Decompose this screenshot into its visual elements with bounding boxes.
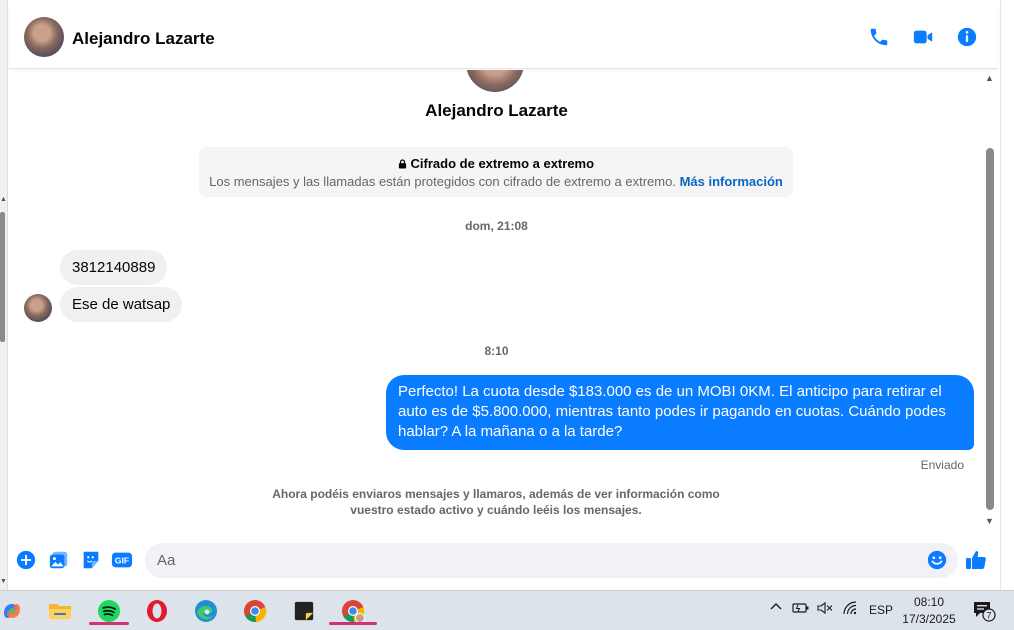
left-scrollbar-thumb[interactable] xyxy=(0,212,5,342)
scroll-up-arrow-icon[interactable]: ▲ xyxy=(0,196,7,203)
scroll-up-arrow-icon[interactable]: ▲ xyxy=(985,73,994,83)
connection-notice: Ahora podéis enviaros mensajes y llamaro… xyxy=(272,487,720,517)
left-browser-edge: ▲ ▼ xyxy=(0,0,8,590)
chat-scrollbar[interactable]: ▲ ▼ xyxy=(984,70,996,530)
chrome-icon[interactable] xyxy=(241,597,269,625)
outgoing-message[interactable]: Perfecto! La cuota desde $183.000 es de … xyxy=(386,375,974,450)
incoming-message[interactable]: Ese de watsap xyxy=(60,287,183,322)
like-icon[interactable] xyxy=(964,548,988,572)
timestamp: 8:10 xyxy=(484,344,509,358)
clock-date: 17/3/2025 xyxy=(902,612,956,626)
gif-icon[interactable]: GIF xyxy=(110,548,134,572)
encryption-title: Cifrado de extremo a extremo xyxy=(410,156,595,171)
composer: GIF xyxy=(9,536,998,584)
screen: ▲ ▼ Alejandro Lazarte Alejandro Lazarte … xyxy=(0,0,1014,630)
encryption-notice: Cifrado de extremo a extremo Los mensaje… xyxy=(199,147,793,197)
photo-icon[interactable] xyxy=(47,548,71,572)
profile-avatar[interactable] xyxy=(466,70,524,92)
battery-icon[interactable] xyxy=(792,601,810,618)
right-window-edge xyxy=(1000,0,1014,590)
message-status: Enviado xyxy=(920,458,964,472)
file-explorer-icon[interactable] xyxy=(46,597,74,625)
taskbar: ESP 08:10 17/3/2025 7 xyxy=(0,590,1014,630)
conversation-header: Alejandro Lazarte xyxy=(9,6,998,69)
sender-avatar[interactable] xyxy=(24,294,52,322)
profile-name: Alejandro Lazarte xyxy=(425,101,568,120)
lock-icon xyxy=(398,156,411,171)
encryption-text-row: Los mensajes y las llamadas están proteg… xyxy=(199,174,793,189)
incoming-message[interactable]: 3812140889 xyxy=(60,250,168,285)
wifi-icon[interactable] xyxy=(842,600,858,619)
sticker-icon[interactable] xyxy=(79,548,103,572)
active-app-indicator xyxy=(89,622,129,625)
spotify-icon[interactable] xyxy=(89,597,129,625)
clock-time: 08:10 xyxy=(913,595,945,609)
more-info-link[interactable]: Más información xyxy=(680,174,783,189)
plus-icon[interactable] xyxy=(14,548,38,572)
copilot-icon[interactable] xyxy=(0,597,26,625)
encryption-text: Los mensajes y las llamadas están proteg… xyxy=(209,174,676,189)
active-app-indicator xyxy=(329,622,377,625)
message-list[interactable]: Alejandro Lazarte Cifrado de extremo a e… xyxy=(9,70,984,530)
sticky-notes-icon[interactable] xyxy=(290,597,318,625)
chevron-up-icon[interactable] xyxy=(769,600,783,617)
notification-center-icon[interactable]: 7 xyxy=(972,600,996,625)
timestamp: dom, 21:08 xyxy=(465,219,528,233)
chat-scrollbar-thumb[interactable] xyxy=(986,148,994,510)
volume-muted-icon[interactable] xyxy=(816,601,834,618)
phone-icon[interactable] xyxy=(866,24,892,50)
video-call-icon[interactable] xyxy=(910,24,936,50)
info-icon[interactable] xyxy=(954,24,980,50)
encryption-title-row: Cifrado de extremo a extremo xyxy=(199,156,793,171)
emoji-icon[interactable] xyxy=(925,548,949,572)
contact-name[interactable]: Alejandro Lazarte xyxy=(72,29,215,49)
gif-label: GIF xyxy=(115,556,129,566)
scroll-down-arrow-icon[interactable]: ▼ xyxy=(985,516,994,526)
notification-count: 7 xyxy=(986,611,991,621)
edge-icon[interactable] xyxy=(192,597,220,625)
chrome-profile-icon[interactable] xyxy=(329,597,377,625)
contact-avatar[interactable] xyxy=(24,17,64,57)
scroll-down-arrow-icon[interactable]: ▼ xyxy=(0,578,7,585)
opera-icon[interactable] xyxy=(143,597,171,625)
message-input[interactable] xyxy=(145,543,958,578)
system-clock[interactable]: 08:10 17/3/2025 xyxy=(900,594,958,628)
language-indicator[interactable]: ESP xyxy=(869,603,893,617)
